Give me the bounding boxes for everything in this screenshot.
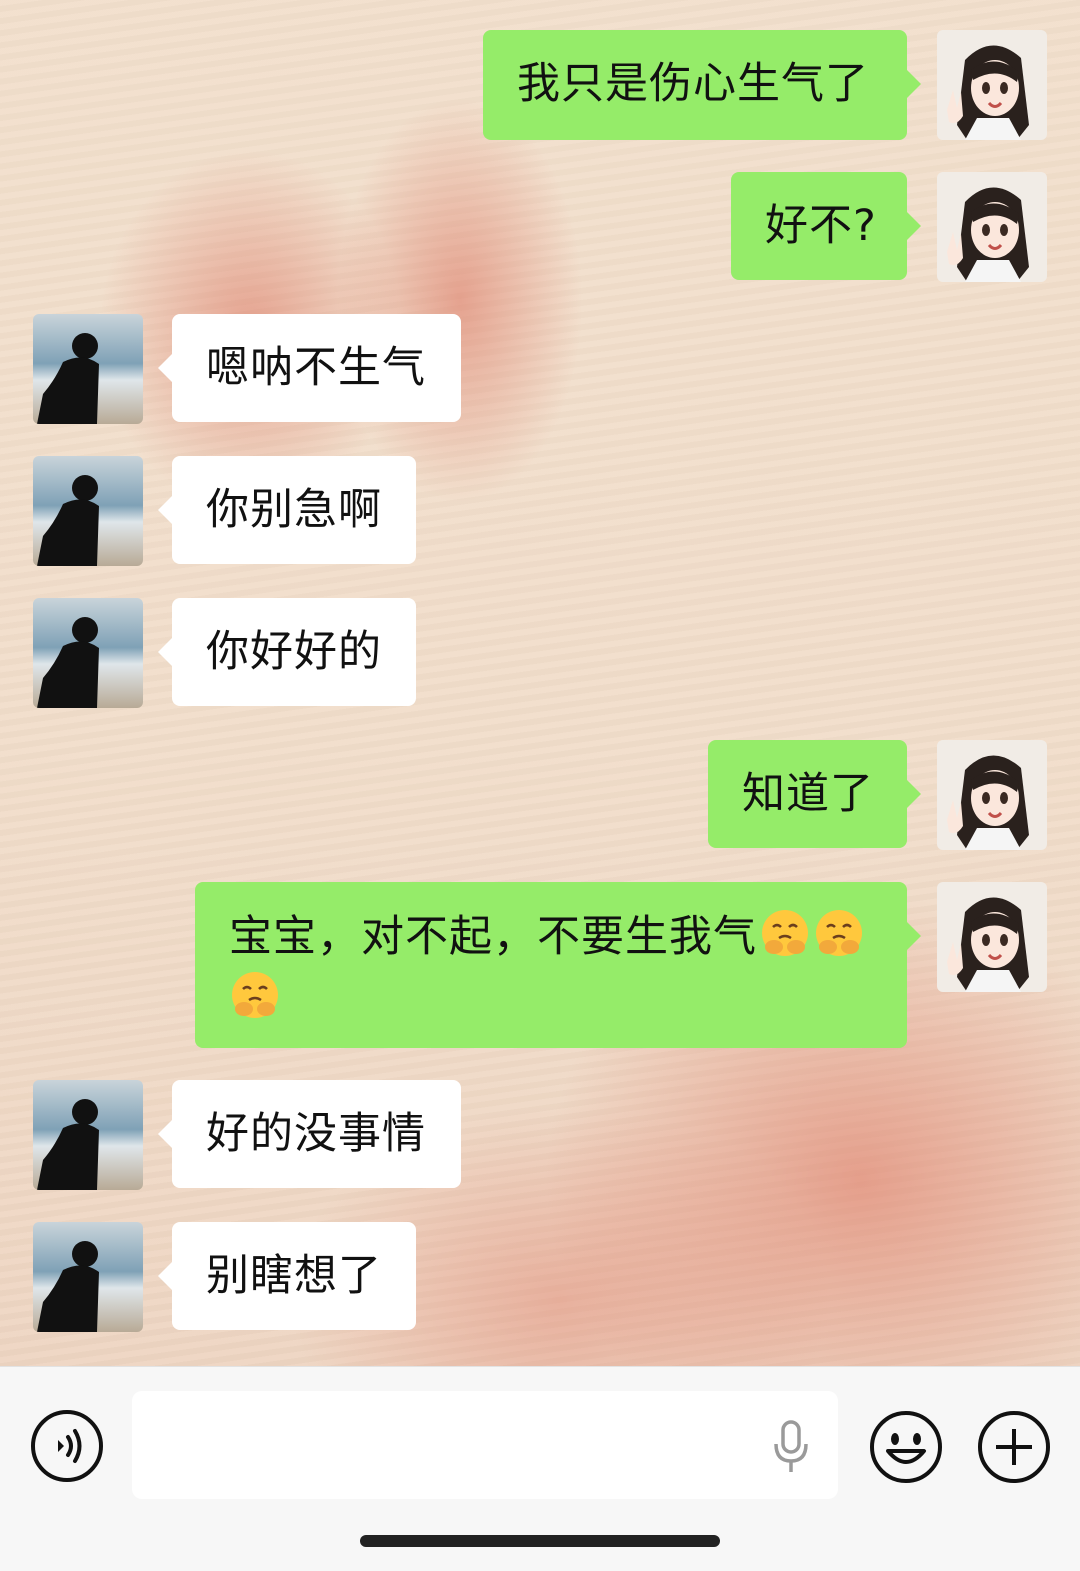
- beach-silhouette-avatar-image: [33, 1080, 143, 1190]
- contact-avatar[interactable]: [33, 1080, 143, 1190]
- plus-circle-icon: [978, 1411, 1050, 1483]
- anime-girl-avatar-image: [937, 30, 1047, 140]
- message-row: 好不?: [0, 172, 1080, 282]
- pleading-hands-face-emoji: [762, 910, 808, 956]
- contact-avatar[interactable]: [33, 456, 143, 566]
- my-avatar[interactable]: [937, 882, 1047, 992]
- message-text: 你好好的: [206, 627, 382, 677]
- chat-area: 我只是伤心生气了 好不? 嗯呐不生气 你别急啊 你好好的 知道了 宝宝，对不起，…: [0, 0, 1080, 1366]
- microphone-icon: [774, 1420, 808, 1472]
- beach-silhouette-avatar-image: [33, 598, 143, 708]
- message-bubble-received[interactable]: 嗯呐不生气: [158, 314, 461, 422]
- message-bubble-sent[interactable]: 我只是伤心生气了: [483, 30, 921, 140]
- message-bubble-received[interactable]: 别瞎想了: [158, 1222, 416, 1330]
- message-row: 宝宝，对不起，不要生我气: [0, 882, 1080, 1048]
- my-avatar[interactable]: [937, 30, 1047, 140]
- message-text: 你别急啊: [206, 485, 382, 535]
- message-row: 你好好的: [0, 598, 1080, 708]
- voice-button[interactable]: [30, 1409, 104, 1483]
- message-text: 别瞎想了: [206, 1251, 382, 1301]
- message-bubble-sent[interactable]: 知道了: [708, 740, 921, 848]
- pleading-hands-face-emoji: [816, 910, 862, 956]
- my-avatar[interactable]: [937, 172, 1047, 282]
- contact-avatar[interactable]: [33, 598, 143, 708]
- message-row: 别瞎想了: [0, 1222, 1080, 1332]
- voice-wave-icon: [31, 1410, 103, 1482]
- message-row: 知道了: [0, 740, 1080, 850]
- anime-girl-avatar-image: [937, 172, 1047, 282]
- message-row: 你别急啊: [0, 456, 1080, 566]
- beach-silhouette-avatar-image: [33, 1222, 143, 1332]
- message-bubble-sent[interactable]: 宝宝，对不起，不要生我气: [195, 882, 921, 1048]
- emoji-button[interactable]: [868, 1409, 944, 1485]
- message-text: 嗯呐不生气: [206, 343, 426, 393]
- message-row: 好的没事情: [0, 1080, 1080, 1190]
- message-text: 知道了: [742, 769, 874, 819]
- contact-avatar[interactable]: [33, 1222, 143, 1332]
- more-options-button[interactable]: [976, 1409, 1052, 1485]
- message-text: 好的没事情: [206, 1109, 426, 1159]
- my-avatar[interactable]: [937, 740, 1047, 850]
- contact-avatar[interactable]: [33, 314, 143, 424]
- message-input[interactable]: [132, 1391, 838, 1499]
- message-row: 我只是伤心生气了: [0, 30, 1080, 140]
- microphone-button[interactable]: [770, 1419, 812, 1475]
- message-text: 宝宝，对不起，不要生我气: [229, 912, 757, 962]
- message-text: 好不?: [765, 201, 877, 251]
- message-bubble-received[interactable]: 你别急啊: [158, 456, 416, 564]
- home-indicator[interactable]: [360, 1535, 720, 1547]
- message-bubble-received[interactable]: 好的没事情: [158, 1080, 461, 1188]
- smiley-face-icon: [870, 1411, 942, 1483]
- pleading-hands-face-emoji: [232, 972, 278, 1018]
- message-row: 嗯呐不生气: [0, 314, 1080, 424]
- message-text: 我只是伤心生气了: [517, 59, 869, 109]
- beach-silhouette-avatar-image: [33, 314, 143, 424]
- beach-silhouette-avatar-image: [33, 456, 143, 566]
- message-bubble-sent[interactable]: 好不?: [731, 172, 921, 280]
- anime-girl-avatar-image: [937, 740, 1047, 850]
- message-bubble-received[interactable]: 你好好的: [158, 598, 416, 706]
- anime-girl-avatar-image: [937, 882, 1047, 992]
